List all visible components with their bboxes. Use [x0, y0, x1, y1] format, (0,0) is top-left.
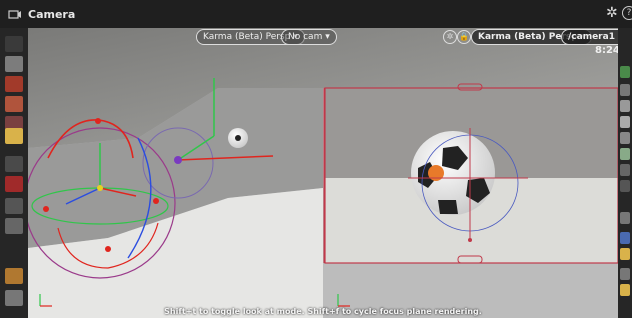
highlighted-tool-icon[interactable]: [5, 128, 23, 144]
ball-panel-4: [438, 200, 458, 214]
paint-icon[interactable]: [5, 96, 23, 112]
display-icon[interactable]: [620, 66, 630, 78]
left-toolbar: [0, 28, 29, 318]
pointer-icon[interactable]: [5, 290, 23, 306]
bulb-icon[interactable]: [620, 248, 630, 260]
sphere-icon[interactable]: [5, 76, 23, 92]
handle-top[interactable]: [95, 118, 101, 124]
pivot-point[interactable]: [97, 185, 103, 191]
status-message: Shift+t to toggle look at mode. Shift+f …: [164, 307, 482, 316]
light-pivot[interactable]: [174, 156, 182, 164]
handle-left[interactable]: [43, 206, 49, 212]
scene-canvas[interactable]: [28, 28, 618, 318]
shade-icon[interactable]: [620, 132, 630, 144]
light-icon[interactable]: [620, 100, 630, 112]
ball-logo: [428, 165, 444, 181]
ghost-icon[interactable]: [620, 232, 630, 244]
right-toolbar: [618, 28, 632, 318]
render-settings-icon[interactable]: ✲: [443, 30, 457, 44]
select-arrow-icon[interactable]: [5, 36, 23, 52]
camera-icon[interactable]: [5, 218, 23, 234]
gear-icon[interactable]: ✲: [606, 5, 618, 21]
handle-bottom[interactable]: [105, 246, 111, 252]
magnet-icon[interactable]: [5, 176, 23, 192]
left-camera-menu[interactable]: No cam ▾: [281, 29, 337, 45]
camera-view-icon[interactable]: [620, 164, 630, 176]
highlight-icon[interactable]: [620, 284, 630, 296]
handle-right[interactable]: [153, 198, 159, 204]
wire-icon[interactable]: [620, 148, 630, 160]
right-camera-menu[interactable]: /camera1 ▾: [561, 29, 618, 45]
viewport[interactable]: Karma (Beta) Persp ▾ No cam ▾ ✲ 🔒 Karma …: [28, 28, 618, 318]
guides-icon[interactable]: [620, 212, 630, 224]
light2-icon[interactable]: [620, 116, 630, 128]
focus-handle[interactable]: [468, 238, 472, 242]
title-bar: Camera ✲ ?: [0, 0, 632, 29]
help-icon[interactable]: ?: [622, 6, 632, 20]
options-icon[interactable]: [620, 268, 630, 280]
snap-icon[interactable]: [5, 198, 23, 214]
lock-icon[interactable]: [5, 56, 23, 72]
frame-counter: 8:24: [595, 45, 618, 56]
ruler-icon[interactable]: [5, 268, 23, 284]
ball-left-panel: [235, 135, 241, 141]
camera-tool-icon: [8, 10, 21, 19]
pin-icon[interactable]: [620, 84, 630, 96]
window-title: Camera: [28, 8, 76, 21]
view-icon[interactable]: [5, 156, 23, 172]
grid-icon[interactable]: [620, 180, 630, 192]
lock-camera-icon[interactable]: 🔒: [457, 30, 471, 44]
